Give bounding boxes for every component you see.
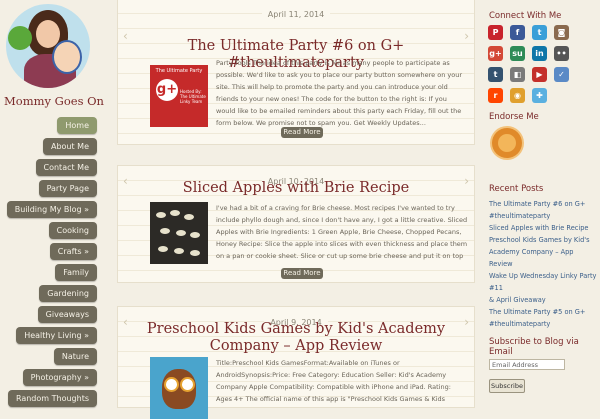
- post-title[interactable]: Sliced Apples with Brie Recipe: [124, 180, 468, 197]
- post-card: April 10, 2014 ‹ › Sliced Apples with Br…: [117, 165, 475, 283]
- recent-post-link[interactable]: #theultimateparty: [489, 318, 599, 330]
- recent-posts-list: The Ultimate Party #6 on G+ #theultimate…: [489, 198, 599, 330]
- nav-item-home[interactable]: Home: [57, 117, 97, 134]
- post-thumbnail[interactable]: [150, 357, 208, 419]
- googleplus-icon[interactable]: g+: [488, 46, 503, 61]
- post-card: April 11, 2014 ‹ › The Ultimate Party #6…: [117, 0, 475, 145]
- pinterest-icon[interactable]: P: [488, 25, 503, 40]
- instagram-icon[interactable]: ◙: [554, 25, 569, 40]
- post-excerpt: I've had a bit of a craving for Brie che…: [216, 204, 468, 260]
- nav-item-gardening[interactable]: Gardening: [39, 285, 97, 302]
- thumb-title: The Ultimate Party: [155, 68, 203, 74]
- post-title[interactable]: Preschool Kids Games by Kid's Academy Co…: [124, 321, 468, 355]
- recent-post-link[interactable]: Sliced Apples with Brie Recipe: [489, 222, 599, 234]
- read-more-button[interactable]: Read More: [281, 127, 323, 138]
- reddit-icon[interactable]: r: [488, 88, 503, 103]
- nav-item-giveaways[interactable]: Giveaways: [37, 306, 97, 323]
- nav-item-healthy-living[interactable]: Healthy Living »: [16, 327, 97, 344]
- left-sidebar: Mommy Goes On Home About Me Contact Me P…: [0, 0, 104, 407]
- recent-posts-heading: Recent Posts: [489, 184, 544, 194]
- site-title[interactable]: Mommy Goes On: [4, 94, 104, 108]
- thumb-text: Hosted By: The Ultimate Linky Team: [180, 89, 206, 104]
- nav-item-random-thoughts[interactable]: Random Thoughts: [7, 390, 97, 407]
- linkedin-icon[interactable]: in: [532, 46, 547, 61]
- nav-item-cooking[interactable]: Cooking: [48, 222, 97, 239]
- post-date: April 11, 2014: [261, 8, 331, 22]
- twitter-icon[interactable]: t: [532, 25, 547, 40]
- read-more-button[interactable]: Read More: [281, 268, 323, 279]
- nav-item-family[interactable]: Family: [55, 264, 97, 281]
- main-content: April 11, 2014 ‹ › The Ultimate Party #6…: [117, 0, 475, 419]
- recent-post-link[interactable]: Academy Company – App Review: [489, 246, 599, 270]
- nav-item-about-me[interactable]: About Me: [42, 138, 97, 155]
- recent-post-link[interactable]: The Ultimate Party #5 on G+: [489, 306, 599, 318]
- endorse-heading: Endorse Me: [489, 112, 539, 122]
- stumbleupon-icon[interactable]: su: [510, 46, 525, 61]
- endorse-badge-icon[interactable]: [492, 128, 522, 158]
- nav-item-contact-me[interactable]: Contact Me: [35, 159, 97, 176]
- recent-post-link[interactable]: & April Giveaway: [489, 294, 599, 306]
- googleplus-icon: g+: [156, 79, 178, 101]
- post-excerpt: Party Tools The idea of this party is fo…: [216, 59, 463, 127]
- delicious-icon[interactable]: ◧: [510, 67, 525, 82]
- recent-post-link[interactable]: The Ultimate Party #6 on G+: [489, 198, 599, 210]
- post-card: April 9, 2014 ‹ › Preschool Kids Games b…: [117, 306, 475, 419]
- nav-item-crafts[interactable]: Crafts »: [49, 243, 97, 260]
- rss-icon[interactable]: ◉: [510, 88, 525, 103]
- flickr-icon[interactable]: ••: [554, 46, 569, 61]
- subscribe-heading: Subscribe to Blog via Email: [489, 337, 579, 357]
- subscribe-button[interactable]: Subscribe: [489, 379, 525, 393]
- connect-heading: Connect With Me: [489, 11, 562, 21]
- apple-icon: [8, 26, 32, 50]
- recent-post-link[interactable]: #theultimateparty: [489, 210, 599, 222]
- right-sidebar: Connect With Me Pf t ◙ g+ su in •• t ◧ ▶ ✓ r ◉ ✚ Endo…: [482, 0, 600, 400]
- nav-item-nature[interactable]: Nature: [53, 348, 97, 365]
- nav-item-photography[interactable]: Photography »: [22, 369, 97, 386]
- recent-post-link[interactable]: Wake Up Wednesday Linky Party #11: [489, 270, 599, 294]
- recent-post-link[interactable]: Preschool Kids Games by Kid's: [489, 234, 599, 246]
- post-excerpt: Title:Preschool Kids GamesFormat:Availab…: [216, 359, 451, 403]
- site-logo[interactable]: [4, 4, 96, 92]
- tumblr-icon[interactable]: t: [488, 67, 503, 82]
- email-input[interactable]: Email Address: [489, 359, 565, 370]
- post-thumbnail[interactable]: [150, 202, 208, 264]
- bookmark-icon[interactable]: ✓: [554, 67, 569, 82]
- nav-item-party-page[interactable]: Party Page: [38, 180, 97, 197]
- nav-item-building-my-blog[interactable]: Building My Blog »: [6, 201, 97, 218]
- plus-icon[interactable]: ✚: [532, 88, 547, 103]
- facebook-icon[interactable]: f: [510, 25, 525, 40]
- post-thumbnail[interactable]: The Ultimate Party g+ Hosted By: The Ult…: [150, 65, 208, 127]
- youtube-icon[interactable]: ▶: [532, 67, 547, 82]
